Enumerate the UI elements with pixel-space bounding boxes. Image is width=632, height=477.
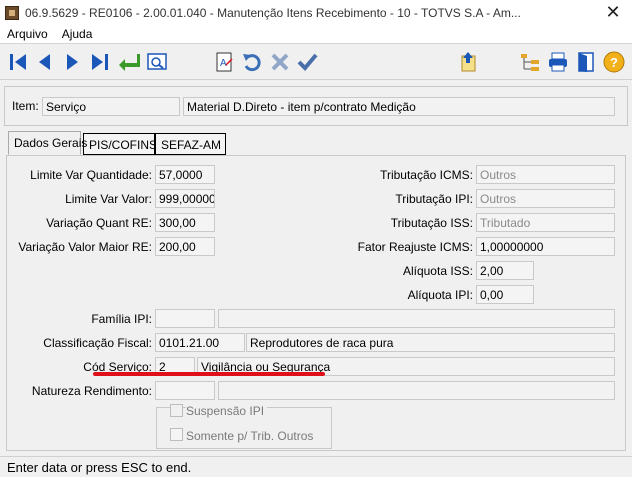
fator-reajuste-field[interactable]: 1,00000000 <box>476 237 615 256</box>
limite-var-qtd-label: Limite Var Quantidade: <box>30 168 152 182</box>
aliquota-iss-label: Alíquota ISS: <box>402 264 473 278</box>
familia-ipi-label: Família IPI: <box>91 312 152 326</box>
svg-text:A: A <box>220 58 227 69</box>
limite-var-qtd-field[interactable]: 57,0000 <box>155 165 215 184</box>
limite-var-valor-label: Limite Var Valor: <box>65 192 152 206</box>
aliquota-ipi-field[interactable]: 0,00 <box>476 285 534 304</box>
trib-iss-label: Tributação ISS: <box>390 216 473 230</box>
zoom-window-icon[interactable] <box>145 50 169 74</box>
undo-icon[interactable] <box>240 50 264 74</box>
help-icon[interactable]: ? <box>602 50 626 74</box>
return-icon[interactable] <box>117 50 141 74</box>
somente-trib-outros-label: Somente p/ Trib. Outros <box>186 429 314 443</box>
classificacao-fiscal-description: Reprodutores de raca pura <box>246 333 615 352</box>
item-description-field[interactable]: Material D.Direto - item p/contrato Medi… <box>183 97 615 116</box>
variacao-valor-field[interactable]: 200,00 <box>155 237 215 256</box>
variacao-quant-field[interactable]: 300,00 <box>155 213 215 232</box>
first-record-icon[interactable] <box>6 50 30 74</box>
tree-structure-icon[interactable] <box>518 50 542 74</box>
aliquota-ipi-label: Alíquota IPI: <box>407 288 473 302</box>
title-bar: 06.9.5629 - RE0106 - 2.00.01.040 - Manut… <box>0 0 632 25</box>
tab-sefaz-am[interactable]: SEFAZ-AM <box>155 133 226 155</box>
classificacao-fiscal-label: Classificação Fiscal: <box>43 336 152 350</box>
classificacao-fiscal-field[interactable]: 0101.21.00 <box>155 333 245 352</box>
trib-icms-label: Tributação ICMS: <box>380 168 473 182</box>
limite-var-valor-field[interactable]: 999,00000 <box>155 189 215 208</box>
trib-icms-select[interactable]: Outros <box>476 165 615 184</box>
previous-record-icon[interactable] <box>33 50 57 74</box>
window-title: 06.9.5629 - RE0106 - 2.00.01.040 - Manut… <box>25 5 521 20</box>
item-label: Item: <box>12 99 39 113</box>
familia-ipi-description <box>218 309 615 328</box>
highlight-underline <box>93 372 325 376</box>
aliquota-iss-field[interactable]: 2,00 <box>476 261 534 280</box>
somente-trib-outros-checkbox[interactable] <box>170 428 183 441</box>
item-code-field[interactable]: Serviço <box>42 97 180 116</box>
trib-ipi-value: Outros <box>480 192 517 206</box>
trib-icms-value: Outros <box>480 168 517 182</box>
last-record-icon[interactable] <box>88 50 112 74</box>
suspensao-ipi-checkbox[interactable] <box>170 404 183 417</box>
exit-door-icon[interactable] <box>574 50 598 74</box>
suspensao-ipi-label: Suspensão IPI <box>186 404 268 418</box>
status-bar: Enter data or press ESC to end. <box>0 456 632 477</box>
natureza-rendimento-field[interactable] <box>155 381 215 400</box>
trib-ipi-label: Tributação IPI: <box>395 192 473 206</box>
print-icon[interactable] <box>546 50 570 74</box>
natureza-rendimento-description <box>218 381 615 400</box>
upload-document-icon[interactable] <box>456 50 480 74</box>
variacao-valor-label: Variação Valor Maior RE: <box>18 240 152 254</box>
trib-iss-value: Tributado <box>480 216 531 230</box>
close-window-button[interactable]: ✕ <box>594 0 632 25</box>
trib-iss-select[interactable]: Tributado <box>476 213 615 232</box>
svg-text:?: ? <box>610 55 618 70</box>
natureza-rendimento-label: Natureza Rendimento: <box>31 384 152 398</box>
menu-ajuda[interactable]: Ajuda <box>55 27 100 41</box>
toolbar: A ? <box>0 44 632 80</box>
next-record-icon[interactable] <box>60 50 84 74</box>
confirm-icon[interactable] <box>295 50 319 74</box>
variacao-quant-label: Variação Quant RE: <box>46 216 152 230</box>
fator-reajuste-label: Fator Reajuste ICMS: <box>357 240 473 254</box>
app-icon <box>5 5 19 20</box>
tab-pis-cofins[interactable]: PIS/COFINS <box>83 133 157 155</box>
edit-text-icon[interactable]: A <box>212 50 236 74</box>
trib-ipi-select[interactable]: Outros <box>476 189 615 208</box>
menu-bar: Arquivo Ajuda <box>0 25 632 44</box>
tab-dados-gerais[interactable]: Dados Gerais <box>8 131 87 155</box>
cancel-icon[interactable] <box>268 50 292 74</box>
familia-ipi-field[interactable] <box>155 309 215 328</box>
menu-arquivo[interactable]: Arquivo <box>0 27 55 41</box>
